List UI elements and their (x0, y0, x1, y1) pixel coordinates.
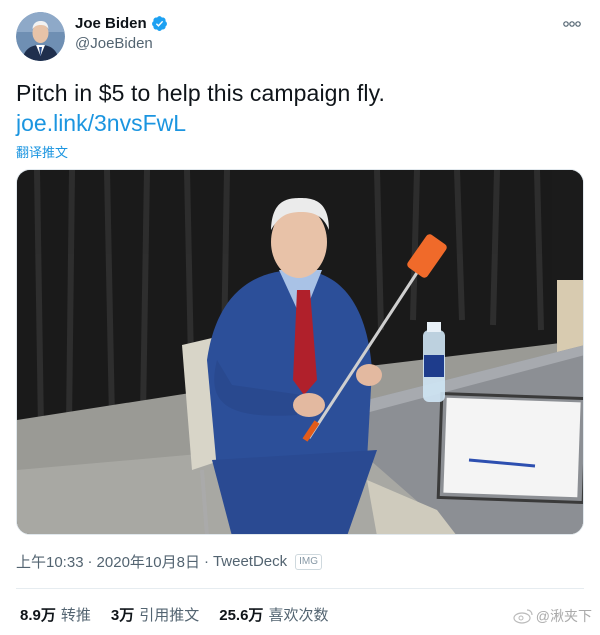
campaign-photo-icon (17, 170, 583, 534)
display-name[interactable]: Joe Biden (75, 15, 147, 32)
user-handle[interactable]: @JoeBiden (75, 35, 168, 52)
watermark-text: @湫夹下 (535, 608, 592, 624)
tweet-meta: 上午10:33 · 2020年10月8日 · TweetDeck IMG (16, 551, 323, 572)
weibo-logo-icon (513, 609, 533, 624)
quotes-label: 引用推文 (139, 607, 200, 624)
retweets-stat[interactable]: 8.9万 转推 (20, 604, 91, 625)
tweet-photo[interactable] (16, 169, 584, 535)
tweet-source[interactable]: TweetDeck (213, 553, 287, 570)
watermark: @湫夹下 (513, 606, 592, 626)
img-badge: IMG (295, 553, 323, 570)
tweet-text: Pitch in $5 to help this campaign fly. (16, 80, 386, 106)
likes-count: 25.6万 (219, 607, 264, 624)
tweet-date[interactable]: 2020年10月8日 (97, 551, 200, 572)
divider (16, 588, 584, 589)
tweet-stats: 8.9万 转推 3万 引用推文 25.6万 喜欢次数 (20, 604, 348, 625)
likes-label: 喜欢次数 (268, 607, 329, 624)
avatar-photo-icon (16, 12, 65, 61)
name-row: Joe Biden (75, 15, 168, 32)
tweet-header: Joe Biden @JoeBiden (16, 12, 584, 64)
retweets-count: 8.9万 (20, 607, 56, 624)
separator: · (203, 553, 209, 570)
translate-tweet-button[interactable]: 翻译推文 (16, 142, 68, 161)
likes-stat[interactable]: 25.6万 喜欢次数 (219, 604, 328, 625)
separator: · (87, 553, 93, 570)
quotes-count: 3万 (110, 607, 135, 624)
tweet-link[interactable]: joe.link/3nvsFwL (16, 108, 186, 138)
tweet-time[interactable]: 上午10:33 (16, 551, 84, 572)
user-names: Joe Biden @JoeBiden (75, 15, 168, 52)
avatar[interactable] (16, 12, 65, 61)
tweet-card: Joe Biden @JoeBiden Pitch in $5 to help … (0, 0, 600, 635)
quotes-stat[interactable]: 3万 引用推文 (111, 604, 199, 625)
more-options-icon[interactable] (562, 18, 582, 30)
verified-badge-icon (151, 16, 167, 31)
retweets-label: 转推 (60, 607, 91, 624)
